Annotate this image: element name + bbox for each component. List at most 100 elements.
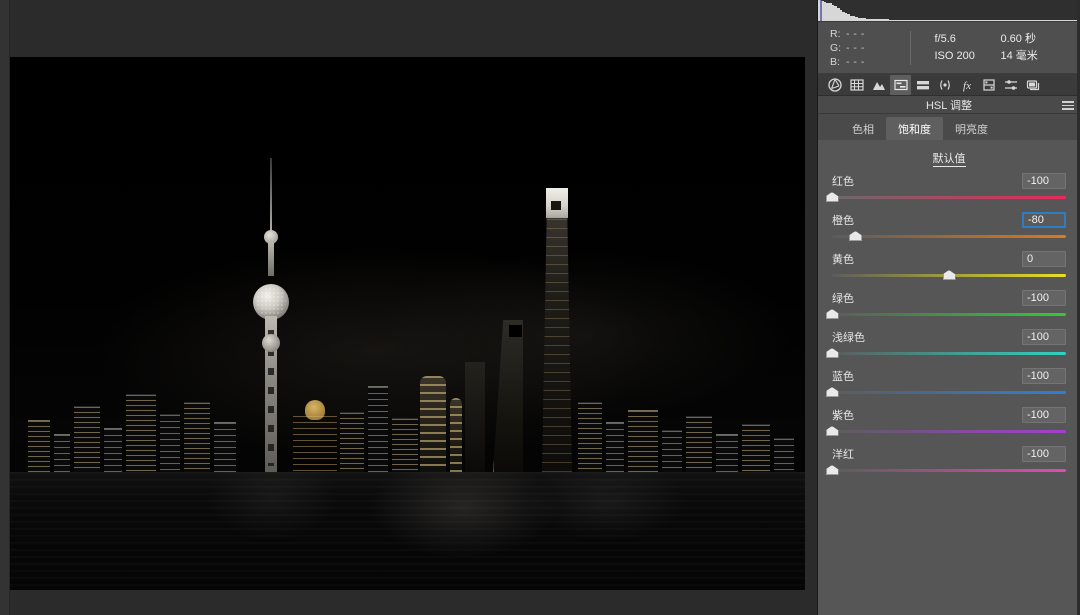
tab-label: 色相 [852, 123, 874, 136]
calibration-icon[interactable] [978, 75, 999, 95]
slider-handle[interactable] [848, 231, 862, 241]
building [74, 406, 100, 472]
domed-building [293, 398, 337, 472]
tab-saturation[interactable]: 饱和度 [886, 117, 943, 140]
building [104, 428, 122, 472]
building [126, 394, 156, 472]
slider-track-wrap[interactable] [825, 386, 1066, 397]
slider-label: 洋红 [832, 449, 854, 461]
histogram-shadow-clip-indicator[interactable] [820, 0, 822, 21]
slider-handle[interactable] [825, 465, 839, 475]
slider-track[interactable] [832, 196, 1066, 199]
tone-curve-icon[interactable] [846, 75, 867, 95]
tab-hue[interactable]: 色相 [840, 117, 886, 140]
hsl-color-icon[interactable] [890, 74, 911, 95]
slider-value-input[interactable]: -100 [1022, 290, 1066, 306]
info-strip: R: - - - G: - - - B: - - - f/5.6 0.60 秒 ISO… [818, 22, 1080, 74]
slider-value-input[interactable]: -100 [1022, 173, 1066, 189]
panel-header: HSL 调整 [818, 96, 1080, 114]
slider-value-input[interactable]: -100 [1022, 368, 1066, 384]
panel-tool-icon-row[interactable]: fx [818, 74, 1080, 96]
slider-value-input[interactable]: 0 [1022, 251, 1066, 267]
hamburger-icon[interactable] [1062, 101, 1074, 110]
presets-icon[interactable] [1000, 75, 1021, 95]
building [686, 416, 712, 472]
shanghai-tower [542, 172, 572, 472]
snapshots-icon[interactable] [1022, 75, 1043, 95]
slider-handle[interactable] [825, 192, 839, 202]
slider-group: 蓝色 -100 [825, 367, 1066, 397]
huangpu-river [10, 472, 805, 590]
histogram[interactable] [818, 0, 1080, 22]
svg-text:fx: fx [963, 80, 971, 92]
building [716, 434, 738, 472]
detail-icon[interactable] [868, 75, 889, 95]
building [368, 386, 388, 472]
building [742, 424, 770, 472]
slider-value-input[interactable]: -80 [1022, 212, 1066, 228]
slider-group: 黄色 0 [832, 250, 1066, 280]
slider-handle[interactable] [942, 270, 956, 280]
lens-correction-icon[interactable] [934, 75, 955, 95]
effects-icon[interactable]: fx [956, 75, 977, 95]
slider-label: 紫色 [832, 410, 854, 422]
rgb-b-value: - - - [846, 55, 865, 68]
rgb-readout: R: - - - G: - - - B: - - - [824, 27, 910, 69]
reset-to-default-link[interactable]: 默认值 [932, 153, 966, 167]
slider-track-wrap[interactable] [832, 230, 1066, 241]
building [340, 412, 364, 472]
slider-track-wrap[interactable] [825, 347, 1066, 358]
slider-track[interactable] [832, 469, 1066, 472]
slider-track-wrap[interactable] [825, 191, 1066, 202]
slider-track-wrap[interactable] [825, 308, 1066, 319]
rgb-g-value: - - - [846, 41, 865, 54]
slider-track-wrap[interactable] [825, 464, 1066, 475]
building [392, 418, 418, 472]
slider-handle[interactable] [825, 426, 839, 436]
slider-track[interactable] [832, 430, 1066, 433]
hsl-tab-row[interactable]: 色相 饱和度 明亮度 [818, 114, 1080, 140]
image-canvas-area[interactable] [0, 0, 818, 615]
slider-label: 蓝色 [832, 371, 854, 383]
slider-value-input[interactable]: -100 [1022, 329, 1066, 345]
building [578, 402, 602, 472]
basic-panel-icon[interactable] [824, 75, 845, 95]
slider-track-wrap[interactable] [825, 425, 1066, 436]
slider-track[interactable] [832, 391, 1066, 394]
lightroom-develop-window: R: - - - G: - - - B: - - - f/5.6 0.60 秒 ISO… [0, 0, 1080, 615]
slider-track[interactable] [832, 313, 1066, 316]
rgb-b-label: B: [830, 55, 840, 68]
slider-value-input[interactable]: -100 [1022, 407, 1066, 423]
building [184, 402, 210, 472]
panel-empty-space [818, 484, 1080, 615]
slider-track-wrap[interactable] [832, 269, 1066, 280]
saturation-slider-list: 红色 -100 橙色 -80 黄色 0 绿色 -100 浅绿色 -100 蓝色 -100 紫色 -100 洋… [818, 172, 1080, 484]
page-title: HSL 调整 [925, 99, 973, 112]
slider-value-input[interactable]: -100 [1022, 446, 1066, 462]
exif-focal-length: 14 毫米 [1000, 49, 1038, 62]
slider-track[interactable] [832, 235, 1066, 238]
tab-luminance[interactable]: 明亮度 [943, 117, 1000, 140]
split-toning-icon[interactable] [912, 75, 933, 95]
building [54, 434, 70, 472]
building [160, 414, 180, 472]
slider-group: 橙色 -80 [832, 211, 1066, 241]
slider-handle[interactable] [825, 348, 839, 358]
oriental-pearl-tower [248, 152, 294, 472]
rgb-r-value: - - - [846, 27, 865, 40]
slider-handle[interactable] [825, 387, 839, 397]
slider-label: 绿色 [832, 293, 854, 305]
building [606, 422, 624, 472]
slider-group: 洋红 -100 [825, 445, 1066, 475]
tab-label: 明亮度 [955, 123, 988, 136]
photo-preview[interactable] [10, 57, 805, 590]
building [774, 438, 794, 472]
jin-mao-tower [465, 362, 485, 472]
slider-label: 黄色 [832, 254, 854, 266]
slider-group: 紫色 -100 [825, 406, 1066, 436]
tab-label: 饱和度 [898, 123, 931, 136]
canvas-left-gutter [0, 0, 10, 615]
slider-track[interactable] [832, 352, 1066, 355]
slider-handle[interactable] [825, 309, 839, 319]
slider-group: 绿色 -100 [825, 289, 1066, 319]
